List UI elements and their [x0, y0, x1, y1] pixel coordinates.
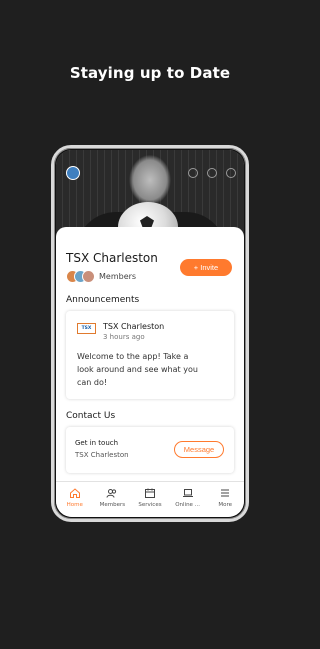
home-icon	[69, 488, 80, 498]
members-label: Members	[99, 272, 137, 281]
tab-members[interactable]: Members	[94, 482, 132, 517]
tab-label: Services	[138, 502, 162, 508]
laptop-icon	[182, 489, 193, 497]
member-avatar	[82, 270, 95, 283]
message-button[interactable]: Message	[174, 441, 224, 458]
invite-button[interactable]: + Invite	[180, 259, 232, 276]
tab-label: Online ...	[175, 502, 200, 508]
profile-avatar-icon[interactable]	[66, 166, 80, 180]
tab-home[interactable]: Home	[56, 482, 94, 517]
contact-card: Get in touch TSX Charleston Message	[66, 427, 234, 473]
post-body: Welcome to the app! Take a look around a…	[77, 352, 198, 387]
contact-subtitle: TSX Charleston	[75, 451, 129, 459]
contact-title: Contact Us	[66, 411, 116, 421]
tab-services[interactable]: Services	[131, 482, 169, 517]
content-card: TSX Charleston Members + Invite Announce…	[56, 227, 244, 487]
post-time: 3 hours ago	[103, 333, 145, 341]
members-icon	[106, 489, 117, 498]
app-screen: TSX Charleston Members + Invite Announce…	[56, 150, 244, 517]
tab-label: More	[218, 502, 232, 508]
bottom-tab-bar: Home Members Services Online ... More	[56, 481, 244, 517]
headline: Staying up to Date	[69, 64, 231, 82]
post-author: TSX Charleston	[103, 322, 165, 331]
calendar-icon	[144, 488, 155, 498]
announcement-post[interactable]: TSX TSX Charleston 3 hours ago Welcome t…	[66, 311, 234, 399]
chat-icon[interactable]	[226, 168, 236, 178]
notification-icon[interactable]	[207, 168, 217, 178]
phone-frame: TSX Charleston Members + Invite Announce…	[51, 145, 249, 522]
tab-label: Members	[99, 502, 126, 508]
search-icon[interactable]	[188, 168, 198, 178]
tab-more[interactable]: More	[206, 482, 244, 517]
hero-action-icons	[188, 168, 236, 178]
members-link[interactable]: Members	[66, 270, 136, 283]
menu-icon	[221, 489, 230, 497]
announcements-title: Announcements	[66, 295, 140, 305]
team-logo: TSX	[77, 323, 96, 334]
tab-label: Home	[66, 502, 83, 508]
contact-heading: Get in touch	[75, 439, 119, 447]
tab-online[interactable]: Online ...	[169, 482, 207, 517]
